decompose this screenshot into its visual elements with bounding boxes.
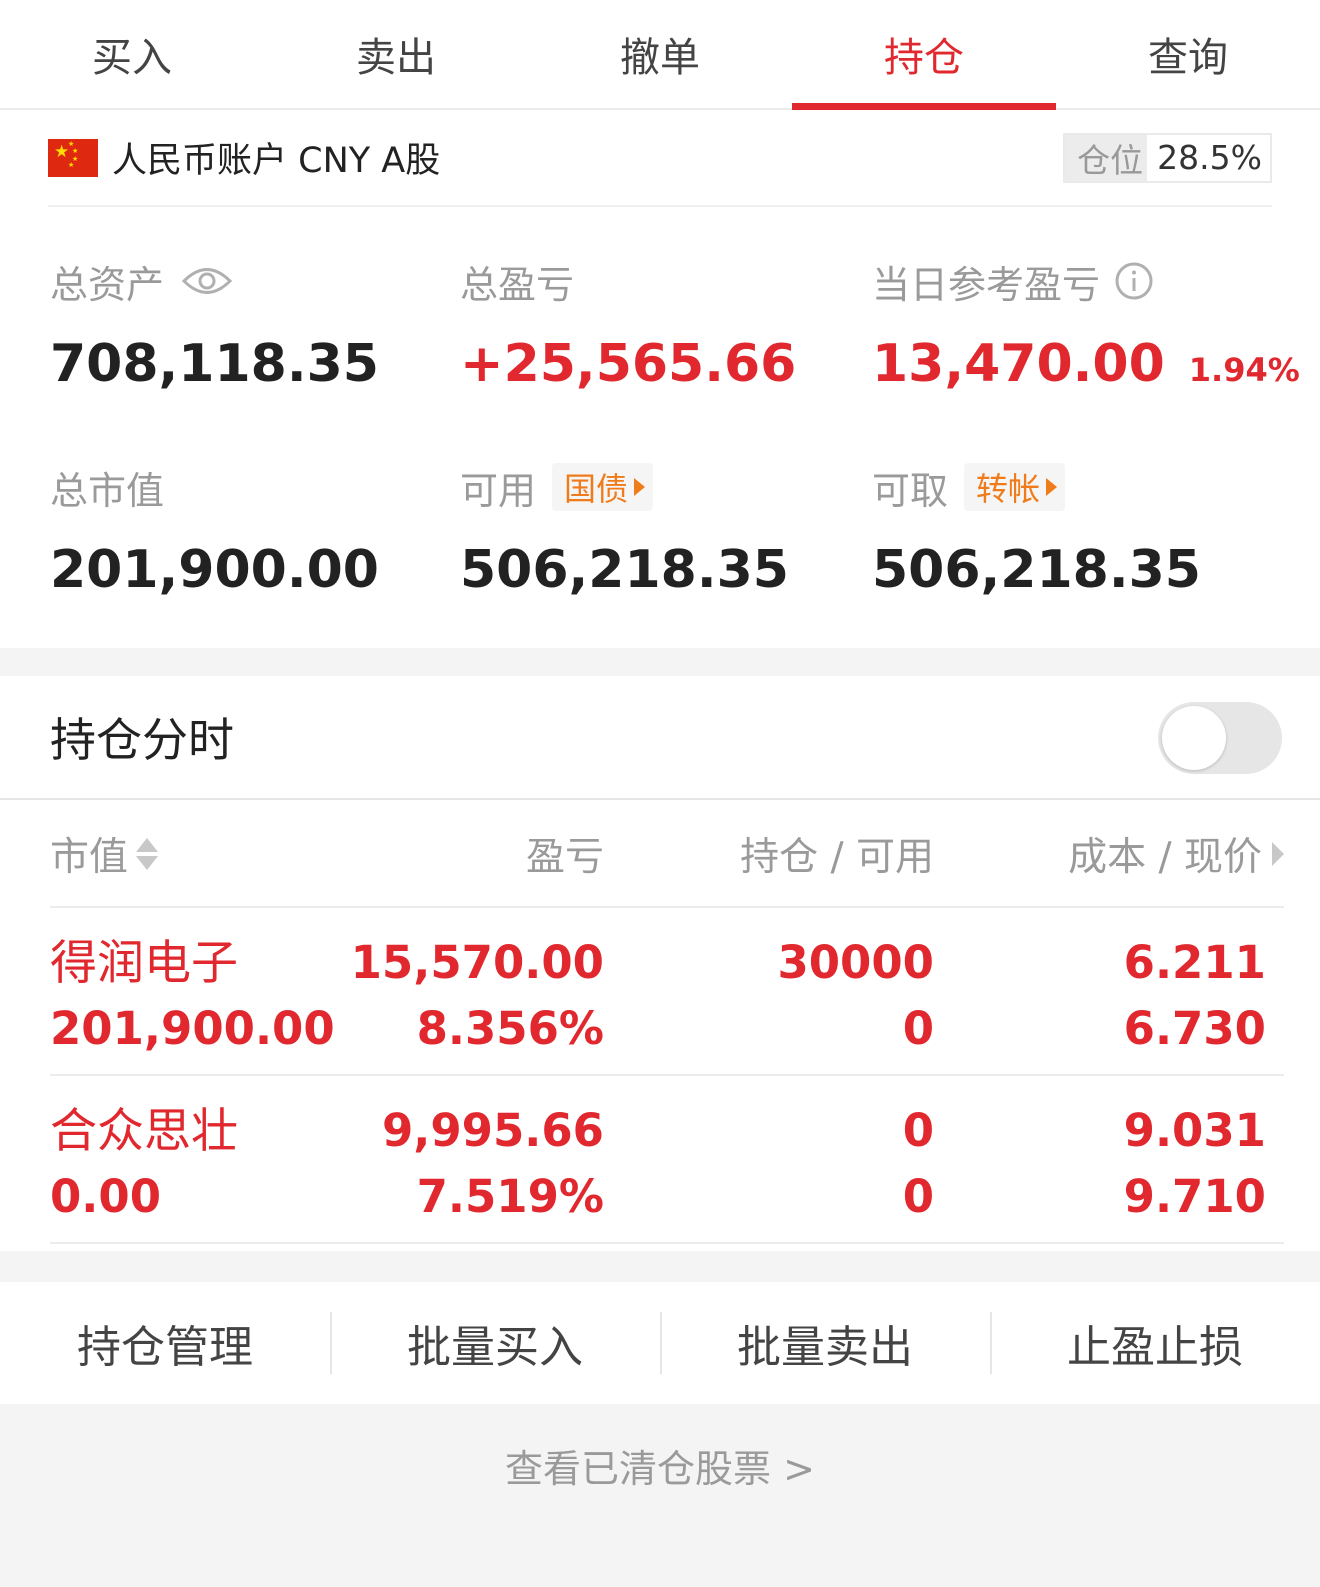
china-flag-icon: ★ ★ ★ ★ ★ [48,138,98,177]
stock-pl-percent: 8.356% [416,1002,604,1055]
stock-position: 30000 [777,936,934,989]
total-assets-label: 总资产 [50,262,165,307]
stock-available: 0 [902,1170,934,1223]
market-value: 总市值 201,900.00 [50,462,379,601]
total-pl-value: +25,565.66 [460,334,797,394]
total-pl: 总盈亏 +25,565.66 [460,256,797,395]
tab-cancel[interactable]: 撤单 [528,0,792,108]
trade-tabs: 买入 卖出 撤单 持仓 查询 [0,0,1320,110]
stock-name: 得润电子 [50,936,238,991]
available-value: 506,218.35 [460,540,789,600]
batch-sell-button[interactable]: 批量卖出 [660,1282,990,1404]
withdrawable-funds: 可取 转帐 506,218.35 [872,462,1201,600]
column-position: 持仓 / 可用 [740,800,934,908]
withdrawable-value: 506,218.35 [872,540,1201,600]
available-funds: 可用 国债 506,218.35 [460,462,789,600]
stock-market-value: 201,900.00 [50,1002,335,1055]
transfer-label: 转帐 [976,470,1041,508]
stock-price: 6.730 [1123,1002,1266,1055]
holdings-section: 持仓分时 市值 盈亏 持仓 / 可用 成本 / 现价 得润电子 201,900.… [0,676,1320,1251]
column-position-label: 持仓 / 可用 [740,835,934,880]
transfer-button[interactable]: 转帐 [964,463,1066,511]
stock-cost: 6.211 [1123,936,1266,989]
tab-buy[interactable]: 买入 [0,0,264,108]
view-cleared-stocks-link[interactable]: 查看已清仓股票 > [0,1404,1320,1526]
column-market-value[interactable]: 市值 [50,800,159,908]
batch-buy-button[interactable]: 批量买入 [330,1282,660,1404]
tab-positions[interactable]: 持仓 [792,0,1056,110]
daily-pl: 当日参考盈亏 13,470.00 1.94% [872,256,1300,394]
total-assets: 总资产 708,118.35 [50,256,379,395]
sort-icon [136,838,159,870]
toggle-knob [1162,706,1226,770]
total-pl-label: 总盈亏 [460,262,575,307]
column-market-value-label: 市值 [50,835,129,880]
stock-cost: 9.031 [1123,1104,1266,1157]
position-management-button[interactable]: 持仓管理 [0,1282,330,1404]
stock-pl: 15,570.00 [350,936,604,989]
intraday-toggle[interactable] [1158,702,1282,774]
stock-position: 0 [902,1104,934,1157]
column-pl-label: 盈亏 [525,835,604,880]
total-assets-value: 708,118.35 [50,334,379,394]
available-label: 可用 [460,468,537,513]
holdings-column-header: 市值 盈亏 持仓 / 可用 成本 / 现价 [50,800,1284,908]
holdings-title: 持仓分时 [50,713,234,767]
stock-available: 0 [902,1002,934,1055]
treasury-bond-label: 国债 [564,470,629,508]
position-ratio-value: 28.5% [1157,138,1262,177]
column-pl: 盈亏 [526,800,604,908]
chevron-right-icon [1272,842,1284,866]
tab-query[interactable]: 查询 [1056,0,1320,108]
market-value-label: 总市值 [50,468,165,513]
column-cost-price-label: 成本 / 现价 [1068,835,1262,880]
treasury-bond-button[interactable]: 国债 [552,463,654,511]
column-cost-price[interactable]: 成本 / 现价 [1068,800,1284,908]
daily-pl-percent: 1.94% [1188,351,1300,389]
info-icon[interactable] [1114,261,1154,301]
caret-right-icon [634,478,646,496]
daily-pl-label: 当日参考盈亏 [872,262,1101,307]
take-profit-stop-loss-button[interactable]: 止盈止损 [990,1282,1320,1404]
withdrawable-label: 可取 [872,468,949,513]
account-name: 人民币账户 CNY A股 [112,141,441,181]
account-header: ★ ★ ★ ★ ★ 人民币账户 CNY A股 仓位 28.5% [48,110,1272,207]
holding-row[interactable]: 合众思壮 0.00 9,995.66 7.519% 0 0 9.031 9.71… [50,1076,1284,1244]
position-ratio-badge: 仓位 28.5% [1063,132,1272,183]
tab-sell[interactable]: 卖出 [264,0,528,108]
position-ratio-label: 仓位 [1065,134,1148,181]
eye-icon[interactable] [182,264,233,298]
caret-right-icon [1046,478,1058,496]
stock-market-value: 0.00 [50,1170,162,1223]
account-summary: ★ ★ ★ ★ ★ 人民币账户 CNY A股 仓位 28.5% 总资产 708,… [0,110,1320,648]
holdings-header: 持仓分时 [0,676,1320,800]
stock-price: 9.710 [1123,1170,1266,1223]
market-value-value: 201,900.00 [50,540,379,600]
holding-row[interactable]: 得润电子 201,900.00 15,570.00 8.356% 30000 0… [50,908,1284,1076]
daily-pl-value: 13,470.00 [872,334,1165,394]
stock-name: 合众思壮 [50,1104,238,1159]
holdings-action-bar: 持仓管理 批量买入 批量卖出 止盈止损 [0,1282,1320,1404]
stock-pl-percent: 7.519% [416,1170,604,1223]
stock-pl: 9,995.66 [381,1104,604,1157]
